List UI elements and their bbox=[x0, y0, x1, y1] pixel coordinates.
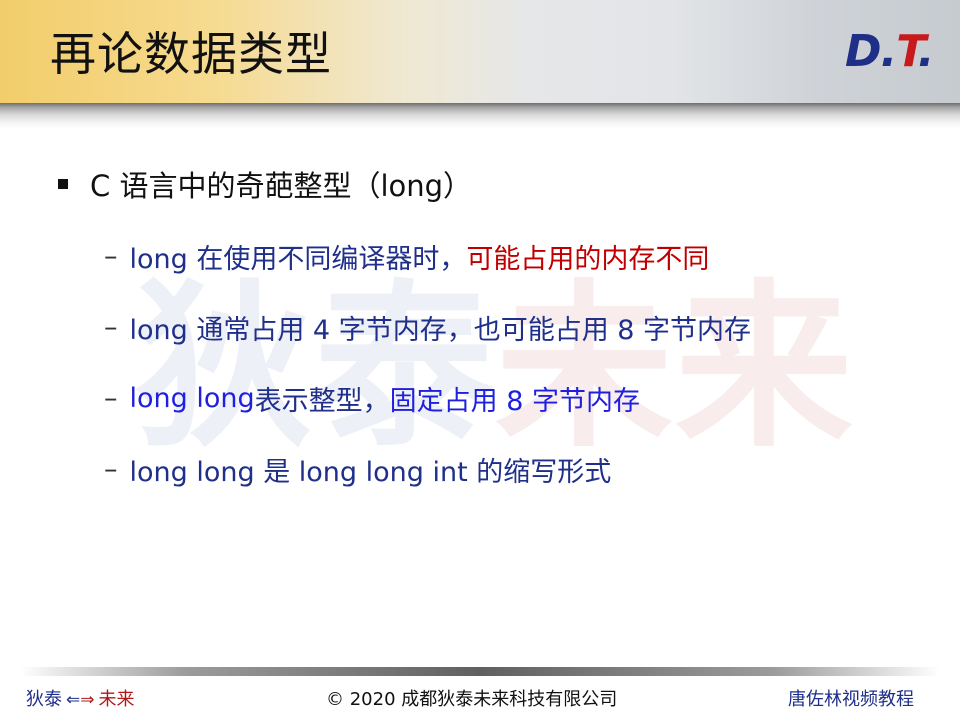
dash-marker: – bbox=[104, 240, 118, 272]
main-bullet: C 语言中的奇葩整型（long） bbox=[58, 164, 472, 204]
logo-d: D bbox=[845, 26, 882, 77]
sub-item-3-text-a: long long bbox=[129, 382, 255, 414]
sub-item-1-text-a: long 在使用不同编译器时， bbox=[129, 243, 467, 275]
sub-item-2-text: long 通常占用 4 字节内存，也可能占用 8 字节内存 bbox=[129, 314, 752, 346]
footer-right: 唐佐林视频教程 bbox=[788, 689, 914, 710]
watermark-part-1: 狄泰 bbox=[135, 264, 495, 471]
sub-item-4: – long long 是 long long int 的缩写形式 bbox=[104, 449, 611, 489]
sub-item-3-text-c: 固定占用 8 字节内存 bbox=[389, 385, 640, 417]
arrow-left-icon: ⇐ bbox=[66, 690, 81, 710]
sub-item-1-text-b: 可能占用的内存不同 bbox=[466, 243, 710, 275]
dash-marker: – bbox=[104, 311, 118, 343]
sub-item-3: – long long 表示整型， 固定占用 8 字节内存 bbox=[104, 378, 640, 418]
footer-copyright: © 2020 成都狄泰未来科技有限公司 bbox=[326, 689, 618, 710]
page-title: 再论数据类型 bbox=[50, 27, 332, 81]
main-bullet-text: C 语言中的奇葩整型（long） bbox=[90, 169, 473, 203]
dash-marker: – bbox=[104, 453, 118, 485]
footer-divider bbox=[20, 667, 940, 676]
dt-logo: D.T. bbox=[845, 24, 934, 80]
logo-dot-1: . bbox=[880, 26, 898, 77]
footer-left: 狄泰 ⇐⇒ 未来 bbox=[26, 688, 135, 712]
double-arrow-icon: ⇐⇒ bbox=[66, 690, 95, 710]
bullet-square-icon bbox=[58, 179, 68, 189]
logo-t: T bbox=[896, 26, 919, 77]
footer-left-part-2: 未来 bbox=[98, 689, 135, 710]
sub-item-4-text: long long 是 long long int 的缩写形式 bbox=[129, 456, 612, 488]
sub-item-2: – long 通常占用 4 字节内存，也可能占用 8 字节内存 bbox=[104, 307, 751, 347]
watermark: 狄泰未来 bbox=[135, 268, 855, 468]
logo-dot-2: . bbox=[917, 26, 935, 77]
arrow-right-icon: ⇒ bbox=[80, 690, 95, 710]
title-shadow bbox=[0, 103, 960, 129]
dash-marker: – bbox=[104, 382, 118, 414]
sub-item-3-text-b: 表示整型， bbox=[254, 385, 390, 417]
sub-item-1: – long 在使用不同编译器时， 可能占用的内存不同 bbox=[104, 236, 709, 276]
watermark-part-2: 未来 bbox=[495, 264, 855, 471]
footer-left-part-1: 狄泰 bbox=[26, 689, 62, 710]
